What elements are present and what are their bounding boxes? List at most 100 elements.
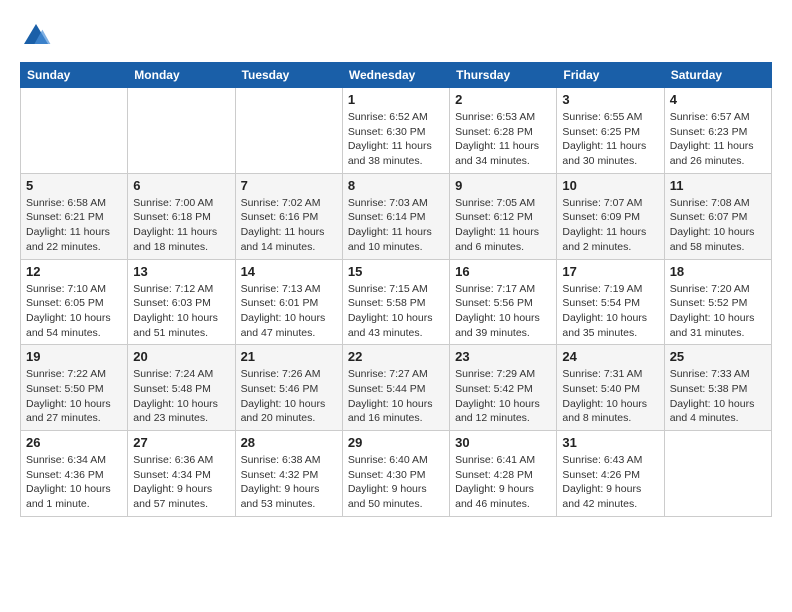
day-number: 25 (670, 349, 766, 364)
day-info: Sunrise: 6:53 AM Sunset: 6:28 PM Dayligh… (455, 110, 551, 169)
calendar-cell: 14Sunrise: 7:13 AM Sunset: 6:01 PM Dayli… (235, 259, 342, 345)
day-number: 3 (562, 92, 658, 107)
calendar-cell (21, 88, 128, 174)
day-info: Sunrise: 7:03 AM Sunset: 6:14 PM Dayligh… (348, 196, 444, 255)
day-number: 31 (562, 435, 658, 450)
calendar-week-row: 26 Sunrise: 6:34 AM Sunset: 4:36 PM Dayli… (21, 431, 772, 517)
calendar-cell: 1 Sunrise: 6:52 AM Sunset: 6:30 PM Daylig… (342, 88, 449, 174)
calendar-week-row: 5 Sunrise: 6:58 AM Sunset: 6:21 PM Daylig… (21, 173, 772, 259)
day-info: Sunrise: 7:10 AM Sunset: 6:05 PM Dayligh… (26, 282, 122, 341)
calendar-cell: 15 Sunrise: 7:15 AM Sunset: 5:58 PM Dayli… (342, 259, 449, 345)
day-info: Sunrise: 7:31 AM Sunset: 5:40 PM Dayligh… (562, 367, 658, 426)
day-number: 22 (348, 349, 444, 364)
calendar-header-row: SundayMondayTuesdayWednesdayThursdayFrid… (21, 63, 772, 88)
day-number: 11 (670, 178, 766, 193)
calendar-table: SundayMondayTuesdayWednesdayThursdayFrid… (20, 62, 772, 517)
calendar-week-row: 19Sunrise: 7:22 AM Sunset: 5:50 PM Dayli… (21, 345, 772, 431)
column-header-saturday: Saturday (664, 63, 771, 88)
logo (20, 20, 56, 52)
column-header-friday: Friday (557, 63, 664, 88)
day-number: 10 (562, 178, 658, 193)
calendar-cell: 25 Sunrise: 7:33 AM Sunset: 5:38 PM Dayli… (664, 345, 771, 431)
day-number: 8 (348, 178, 444, 193)
calendar-cell: 20 Sunrise: 7:24 AM Sunset: 5:48 PM Dayli… (128, 345, 235, 431)
calendar-cell (664, 431, 771, 517)
calendar-cell: 7 Sunrise: 7:02 AM Sunset: 6:16 PM Daylig… (235, 173, 342, 259)
calendar-week-row: 1 Sunrise: 6:52 AM Sunset: 6:30 PM Daylig… (21, 88, 772, 174)
calendar-cell: 13 Sunrise: 7:12 AM Sunset: 6:03 PM Dayli… (128, 259, 235, 345)
column-header-wednesday: Wednesday (342, 63, 449, 88)
calendar-cell: 28Sunrise: 6:38 AM Sunset: 4:32 PM Dayli… (235, 431, 342, 517)
calendar-cell: 10 Sunrise: 7:07 AM Sunset: 6:09 PM Dayli… (557, 173, 664, 259)
day-info: Sunrise: 7:20 AM Sunset: 5:52 PM Dayligh… (670, 282, 766, 341)
day-info: Sunrise: 7:00 AM Sunset: 6:18 PM Dayligh… (133, 196, 229, 255)
calendar-cell: 9Sunrise: 7:05 AM Sunset: 6:12 PM Daylig… (450, 173, 557, 259)
day-info: Sunrise: 7:24 AM Sunset: 5:48 PM Dayligh… (133, 367, 229, 426)
day-number: 5 (26, 178, 122, 193)
day-number: 1 (348, 92, 444, 107)
day-number: 15 (348, 264, 444, 279)
day-number: 20 (133, 349, 229, 364)
day-number: 21 (241, 349, 337, 364)
calendar-cell: 21 Sunrise: 7:26 AM Sunset: 5:46 PM Dayli… (235, 345, 342, 431)
day-info: Sunrise: 7:08 AM Sunset: 6:07 PM Dayligh… (670, 196, 766, 255)
column-header-thursday: Thursday (450, 63, 557, 88)
day-number: 16 (455, 264, 551, 279)
calendar-cell: 27 Sunrise: 6:36 AM Sunset: 4:34 PM Dayli… (128, 431, 235, 517)
calendar-cell: 6 Sunrise: 7:00 AM Sunset: 6:18 PM Daylig… (128, 173, 235, 259)
day-number: 27 (133, 435, 229, 450)
calendar-cell: 5 Sunrise: 6:58 AM Sunset: 6:21 PM Daylig… (21, 173, 128, 259)
day-number: 2 (455, 92, 551, 107)
calendar-cell: 11 Sunrise: 7:08 AM Sunset: 6:07 PM Dayli… (664, 173, 771, 259)
logo-icon (20, 20, 52, 52)
calendar-cell: 17Sunrise: 7:19 AM Sunset: 5:54 PM Dayli… (557, 259, 664, 345)
day-info: Sunrise: 6:55 AM Sunset: 6:25 PM Dayligh… (562, 110, 658, 169)
column-header-monday: Monday (128, 63, 235, 88)
day-info: Sunrise: 6:36 AM Sunset: 4:34 PM Dayligh… (133, 453, 229, 512)
day-number: 4 (670, 92, 766, 107)
calendar-cell: 22Sunrise: 7:27 AM Sunset: 5:44 PM Dayli… (342, 345, 449, 431)
day-number: 28 (241, 435, 337, 450)
calendar-cell: 19Sunrise: 7:22 AM Sunset: 5:50 PM Dayli… (21, 345, 128, 431)
day-number: 24 (562, 349, 658, 364)
day-number: 13 (133, 264, 229, 279)
calendar-cell: 29 Sunrise: 6:40 AM Sunset: 4:30 PM Dayli… (342, 431, 449, 517)
day-number: 23 (455, 349, 551, 364)
day-info: Sunrise: 6:43 AM Sunset: 4:26 PM Dayligh… (562, 453, 658, 512)
calendar-week-row: 12 Sunrise: 7:10 AM Sunset: 6:05 PM Dayli… (21, 259, 772, 345)
day-info: Sunrise: 6:52 AM Sunset: 6:30 PM Dayligh… (348, 110, 444, 169)
day-number: 29 (348, 435, 444, 450)
calendar-cell: 18 Sunrise: 7:20 AM Sunset: 5:52 PM Dayli… (664, 259, 771, 345)
calendar-cell (235, 88, 342, 174)
day-number: 18 (670, 264, 766, 279)
day-number: 26 (26, 435, 122, 450)
day-info: Sunrise: 6:41 AM Sunset: 4:28 PM Dayligh… (455, 453, 551, 512)
calendar-cell: 2 Sunrise: 6:53 AM Sunset: 6:28 PM Daylig… (450, 88, 557, 174)
day-number: 6 (133, 178, 229, 193)
day-info: Sunrise: 6:34 AM Sunset: 4:36 PM Dayligh… (26, 453, 122, 512)
day-info: Sunrise: 6:58 AM Sunset: 6:21 PM Dayligh… (26, 196, 122, 255)
day-number: 17 (562, 264, 658, 279)
day-info: Sunrise: 7:26 AM Sunset: 5:46 PM Dayligh… (241, 367, 337, 426)
day-number: 12 (26, 264, 122, 279)
page-header (20, 20, 772, 52)
day-info: Sunrise: 6:40 AM Sunset: 4:30 PM Dayligh… (348, 453, 444, 512)
calendar-cell: 16 Sunrise: 7:17 AM Sunset: 5:56 PM Dayli… (450, 259, 557, 345)
day-info: Sunrise: 7:02 AM Sunset: 6:16 PM Dayligh… (241, 196, 337, 255)
day-info: Sunrise: 7:33 AM Sunset: 5:38 PM Dayligh… (670, 367, 766, 426)
calendar-cell: 24 Sunrise: 7:31 AM Sunset: 5:40 PM Dayli… (557, 345, 664, 431)
day-number: 19 (26, 349, 122, 364)
day-info: Sunrise: 7:12 AM Sunset: 6:03 PM Dayligh… (133, 282, 229, 341)
day-number: 7 (241, 178, 337, 193)
calendar-cell: 31 Sunrise: 6:43 AM Sunset: 4:26 PM Dayli… (557, 431, 664, 517)
day-info: Sunrise: 7:17 AM Sunset: 5:56 PM Dayligh… (455, 282, 551, 341)
calendar-cell: 8 Sunrise: 7:03 AM Sunset: 6:14 PM Daylig… (342, 173, 449, 259)
day-info: Sunrise: 7:29 AM Sunset: 5:42 PM Dayligh… (455, 367, 551, 426)
day-info: Sunrise: 6:57 AM Sunset: 6:23 PM Dayligh… (670, 110, 766, 169)
column-header-sunday: Sunday (21, 63, 128, 88)
calendar-cell: 30Sunrise: 6:41 AM Sunset: 4:28 PM Dayli… (450, 431, 557, 517)
day-info: Sunrise: 7:07 AM Sunset: 6:09 PM Dayligh… (562, 196, 658, 255)
calendar-cell: 12 Sunrise: 7:10 AM Sunset: 6:05 PM Dayli… (21, 259, 128, 345)
day-info: Sunrise: 7:15 AM Sunset: 5:58 PM Dayligh… (348, 282, 444, 341)
calendar-cell: 3 Sunrise: 6:55 AM Sunset: 6:25 PM Daylig… (557, 88, 664, 174)
